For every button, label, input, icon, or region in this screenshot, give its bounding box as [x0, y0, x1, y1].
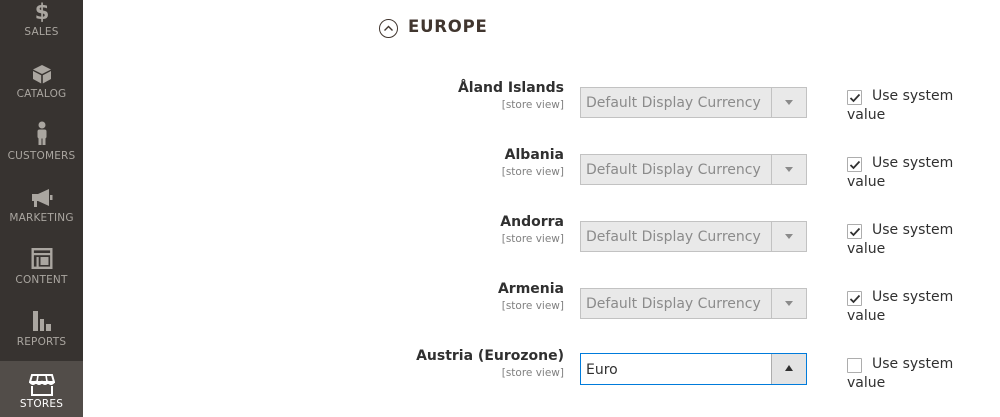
config-row-andorra: Andorra [store view] Default Display Cur…: [0, 214, 1000, 274]
chevron-down-icon: [785, 301, 793, 306]
chevron-up-icon: [384, 25, 393, 31]
svg-text:$: $: [34, 0, 49, 22]
select-arrow-box: [771, 222, 806, 251]
select-arrow-box: [771, 88, 806, 117]
currency-select[interactable]: Default Display Currency: [580, 154, 807, 185]
sidebar-item-sales[interactable]: $ Sales: [0, 0, 83, 50]
currency-select[interactable]: Default Display Currency: [580, 87, 807, 118]
chevron-down-icon: [785, 234, 793, 239]
field-label: Austria (Eurozone): [416, 348, 564, 364]
select-arrow-box: [771, 289, 806, 318]
field-label: Åland Islands: [457, 80, 564, 96]
dollar-icon: $: [34, 0, 49, 22]
currency-select[interactable]: Default Display Currency: [580, 288, 807, 319]
use-system-value-label[interactable]: Use system value: [847, 288, 967, 326]
use-system-value-label[interactable]: Use system value: [847, 355, 967, 393]
scope-label: [store view]: [501, 166, 564, 178]
config-row-austria-eurozone: Austria (Eurozone) [store view] Euro Use…: [0, 348, 1000, 408]
scope-label: [store view]: [501, 233, 564, 245]
select-value: Default Display Currency: [586, 296, 761, 312]
select-value: Euro: [586, 362, 618, 378]
select-value: Default Display Currency: [586, 95, 761, 111]
scope-label: [store view]: [501, 300, 564, 312]
field-label: Armenia: [497, 281, 564, 297]
section-title[interactable]: EUROPE: [408, 17, 488, 36]
chevron-down-icon: [785, 100, 793, 105]
currency-select[interactable]: Default Display Currency: [580, 221, 807, 252]
chevron-down-icon: [785, 167, 793, 172]
select-value: Default Display Currency: [586, 229, 761, 245]
scope-label: [store view]: [501, 99, 564, 111]
config-row-aland-islands: Åland Islands [store view] Default Displ…: [0, 80, 1000, 140]
sidebar-item-label: Sales: [24, 26, 59, 38]
use-system-value-label[interactable]: Use system value: [847, 87, 967, 125]
use-system-value-label[interactable]: Use system value: [847, 221, 967, 259]
select-arrow-box[interactable]: [771, 354, 806, 384]
config-row-albania: Albania [store view] Default Display Cur…: [0, 147, 1000, 207]
currency-select-open[interactable]: Euro: [580, 353, 807, 385]
scope-label: [store view]: [501, 367, 564, 379]
section-collapse-toggle[interactable]: [379, 19, 398, 38]
select-arrow-box: [771, 155, 806, 184]
field-label: Andorra: [500, 214, 564, 230]
select-value: Default Display Currency: [586, 162, 761, 178]
use-system-value-label[interactable]: Use system value: [847, 154, 967, 192]
config-row-armenia: Armenia [store view] Default Display Cur…: [0, 281, 1000, 341]
chevron-up-icon: [785, 365, 793, 371]
field-label: Albania: [504, 147, 564, 163]
